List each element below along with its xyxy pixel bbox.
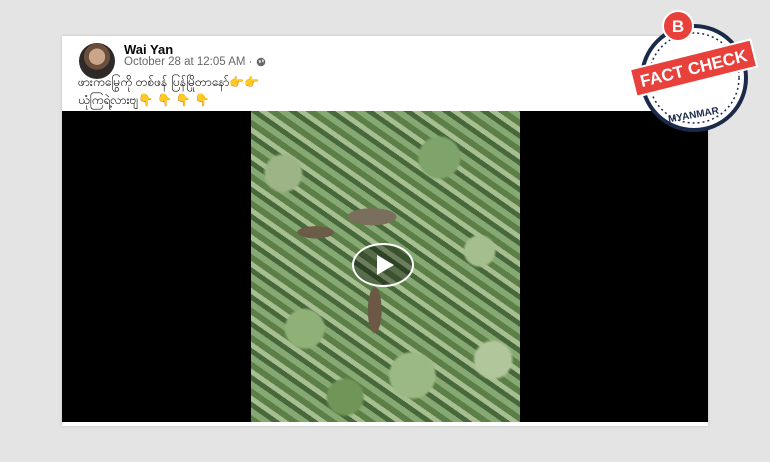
- post-meta: October 28 at 12:05 AM ·: [124, 56, 266, 68]
- video-player[interactable]: [62, 111, 708, 422]
- badge-letter: B: [672, 17, 684, 36]
- globe-icon: [256, 57, 265, 67]
- play-icon: [377, 255, 394, 275]
- fact-check-badge: B FACT CHECK MYANMAR: [628, 10, 762, 138]
- author-name[interactable]: Wai Yan: [124, 42, 173, 57]
- facebook-post-card: Wai Yan October 28 at 12:05 AM · ဖားကမြွ…: [62, 36, 708, 426]
- post-text: ဖားကမြွေကို တစ်ဖန် ပြန်မြိုတာနော်👉👉 ယုံက…: [78, 75, 260, 107]
- post-timestamp[interactable]: October 28 at 12:05 AM ·: [124, 56, 253, 68]
- play-button[interactable]: [352, 243, 414, 287]
- fact-check-logo: B FACT CHECK MYANMAR: [628, 10, 759, 132]
